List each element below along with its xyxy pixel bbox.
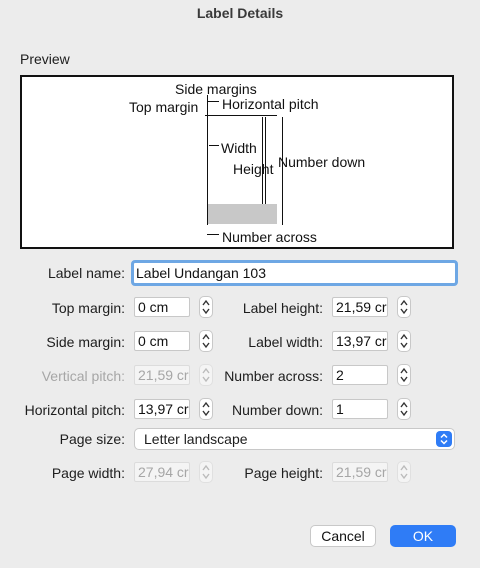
preview-horizontal-pitch-text: Horizontal pitch (222, 96, 319, 112)
page-height-label: Page height: (244, 465, 323, 481)
page-height-stepper (397, 461, 411, 483)
label-width-stepper[interactable] (397, 330, 411, 352)
page-height-input: 21,59 cr (332, 462, 388, 482)
label-height-stepper[interactable] (397, 296, 411, 318)
preview-width-text: Width (221, 140, 257, 156)
page-size-value: Letter landscape (144, 431, 248, 447)
stepper-arrows-icon (202, 333, 210, 349)
preview-top-margin-line (205, 115, 277, 116)
cancel-button[interactable]: Cancel (310, 525, 376, 547)
stepper-arrows-icon (202, 401, 210, 417)
stepper-arrows-icon (400, 299, 408, 315)
preview-label-shade (208, 204, 277, 224)
stepper-arrows-icon (202, 367, 210, 383)
page-width-input: 27,94 cr (134, 462, 190, 482)
vertical-pitch-stepper (199, 364, 213, 386)
side-margin-stepper[interactable] (199, 330, 213, 352)
horizontal-pitch-input[interactable]: 13,97 cr (134, 399, 190, 419)
stepper-arrows-icon (400, 333, 408, 349)
horizontal-pitch-stepper[interactable] (199, 398, 213, 420)
top-margin-stepper[interactable] (199, 296, 213, 318)
stepper-arrows-icon (202, 299, 210, 315)
window-title: Label Details (196, 5, 284, 21)
page-size-select[interactable]: Letter landscape (134, 428, 455, 450)
horizontal-pitch-label: Horizontal pitch: (24, 402, 125, 418)
preview-number-across-tick (207, 234, 219, 235)
number-down-input[interactable]: 1 (332, 399, 388, 419)
preview-top-margin-text: Top margin (129, 99, 199, 115)
number-down-label: Number down: (231, 402, 323, 418)
label-width-label: Label width: (248, 334, 323, 350)
vertical-pitch-label: Vertical pitch: (41, 368, 125, 384)
preview-side-margin-tick (207, 101, 219, 102)
preview-section-label: Preview (20, 51, 70, 67)
label-preview: Side margins Top margin Horizontal pitch… (20, 75, 454, 249)
top-margin-label: Top margin: (51, 300, 125, 316)
number-across-stepper[interactable] (397, 364, 411, 386)
page-size-label: Page size: (59, 431, 125, 447)
ok-button[interactable]: OK (390, 525, 456, 547)
stepper-arrows-icon (400, 401, 408, 417)
stepper-arrows-icon (400, 367, 408, 383)
label-width-input[interactable]: 13,97 cr (332, 331, 388, 351)
label-name-label: Label name: (47, 265, 125, 281)
preview-number-across-text: Number across (222, 229, 317, 245)
side-margin-label: Side margin: (46, 334, 125, 350)
page-width-stepper (199, 461, 213, 483)
preview-number-down-line (282, 117, 283, 225)
number-across-input[interactable]: 2 (332, 365, 388, 385)
preview-height-text: Height (233, 161, 274, 177)
label-height-input[interactable]: 21,59 cr (332, 297, 388, 317)
stepper-arrows-icon (202, 464, 210, 480)
side-margin-input[interactable]: 0 cm (134, 331, 190, 351)
top-margin-input[interactable]: 0 cm (134, 297, 190, 317)
number-across-label: Number across: (224, 368, 323, 384)
preview-number-down-text: Number down (278, 154, 366, 170)
page-width-label: Page width: (51, 465, 125, 481)
preview-width-arrow (209, 145, 219, 146)
number-down-stepper[interactable] (397, 398, 411, 420)
vertical-pitch-input: 21,59 cr (134, 365, 190, 385)
label-height-label: Label height: (242, 300, 323, 316)
preview-side-margins-text: Side margins (175, 81, 257, 97)
label-name-input[interactable]: Label Undangan 103 (131, 260, 458, 286)
chevron-updown-icon (436, 431, 452, 447)
stepper-arrows-icon (400, 464, 408, 480)
